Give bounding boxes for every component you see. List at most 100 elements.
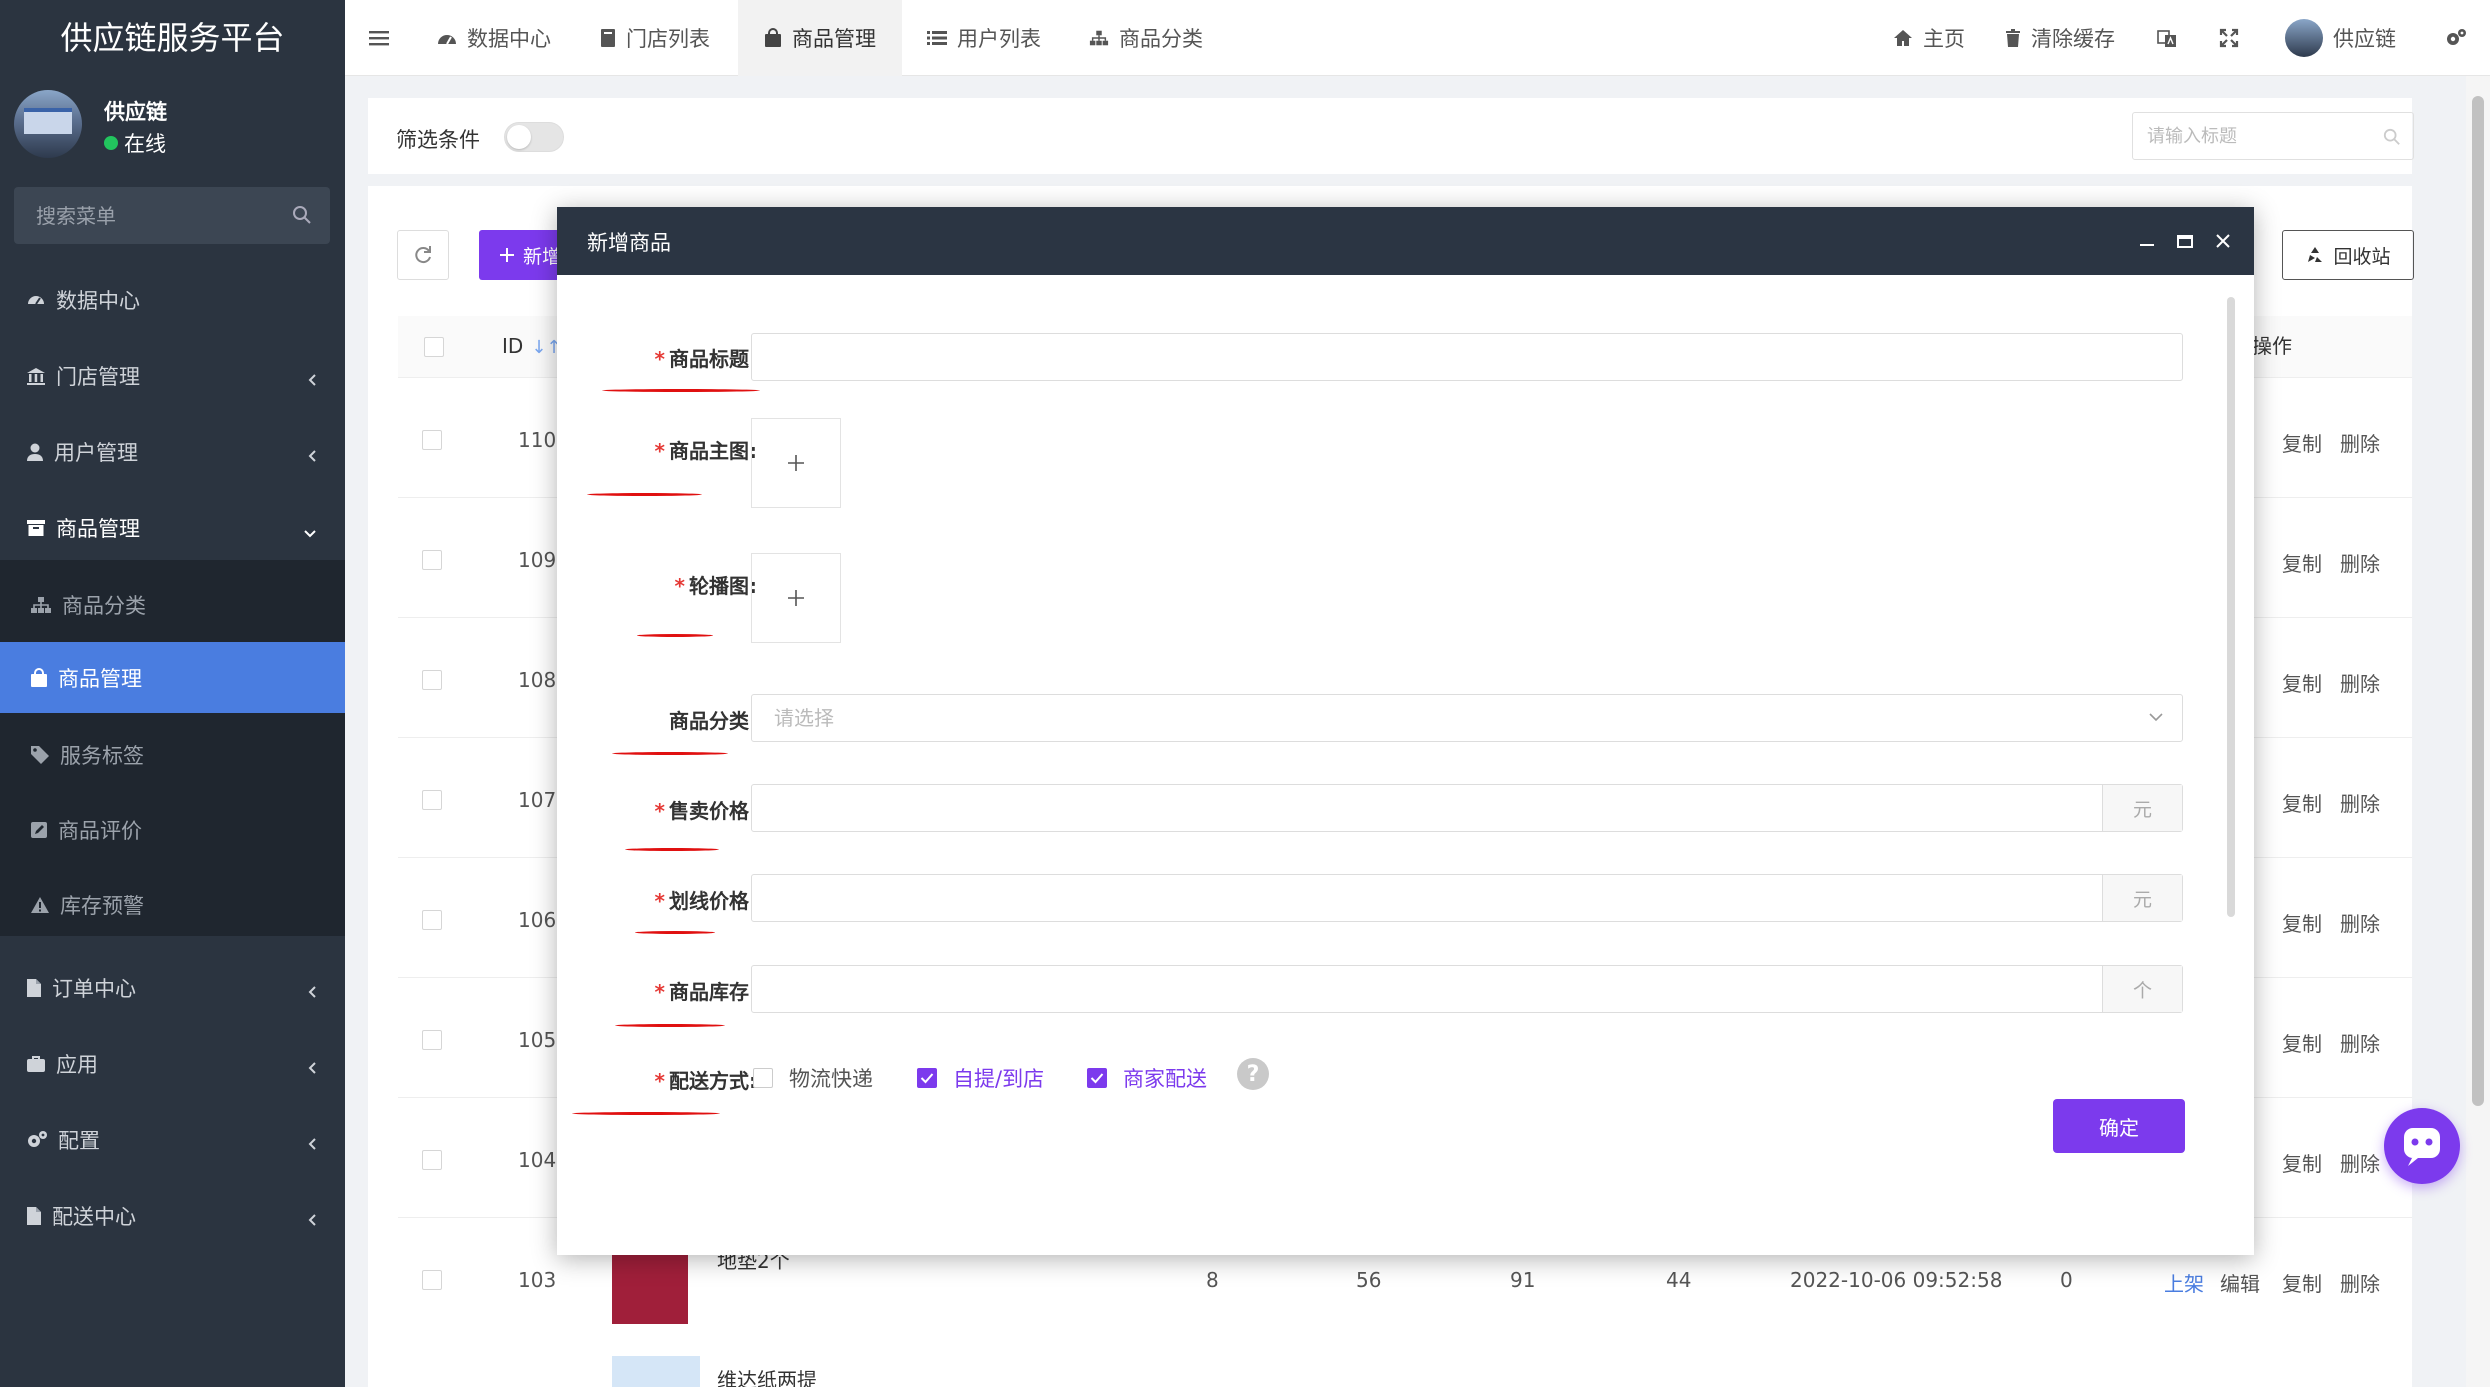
close-button[interactable] <box>2211 229 2235 253</box>
sidebar: 供应链服务平台 供应链 在线 数据中心 门店管理 用户管理 商品管理 商品分类 … <box>0 0 345 1387</box>
menu-item-delivery[interactable]: 配送中心 <box>0 1178 345 1254</box>
strike-price-input[interactable] <box>752 875 2182 921</box>
checkbox-checked[interactable] <box>917 1068 937 1088</box>
title-field <box>751 333 2183 381</box>
tab-data-center[interactable]: 数据中心 <box>437 0 551 76</box>
menu-item-config[interactable]: 配置 <box>0 1102 345 1178</box>
status-toggle-link[interactable]: 上架 <box>2164 1268 2204 1297</box>
menu-item-users[interactable]: 用户管理 <box>0 414 345 490</box>
copy-link[interactable]: 复制 <box>2282 548 2322 577</box>
delete-link[interactable]: 删除 <box>2340 668 2380 697</box>
submenu-item-reviews[interactable]: 商品评价 <box>0 792 345 867</box>
copy-link[interactable]: 复制 <box>2282 1028 2322 1057</box>
delete-link[interactable]: 删除 <box>2340 548 2380 577</box>
delete-link[interactable]: 删除 <box>2340 1028 2380 1057</box>
edit-link[interactable]: 编辑 <box>2220 1268 2260 1297</box>
submenu-item-category[interactable]: 商品分类 <box>0 567 345 642</box>
annotation-underline <box>612 752 728 755</box>
row-checkbox[interactable] <box>422 670 442 690</box>
bank-icon <box>26 366 46 386</box>
copy-link[interactable]: 复制 <box>2282 908 2322 937</box>
category-select[interactable] <box>751 694 2183 742</box>
help-icon[interactable]: ? <box>1237 1058 1269 1090</box>
unit-suffix: 个 <box>2102 966 2182 1012</box>
required-mark: * <box>674 574 685 598</box>
title-input[interactable] <box>752 334 2182 380</box>
menu-item-store[interactable]: 门店管理 <box>0 338 345 414</box>
row-checkbox[interactable] <box>422 550 442 570</box>
menu-item-apps[interactable]: 应用 <box>0 1026 345 1102</box>
sale-price-input[interactable] <box>752 785 2182 831</box>
tab-goods-manage[interactable]: 商品管理 <box>738 0 902 76</box>
menu-toggle-button[interactable] <box>369 0 389 76</box>
copy-link[interactable]: 复制 <box>2282 668 2322 697</box>
online-dot-icon <box>104 136 118 150</box>
delivery-option-express[interactable]: 物流快递 <box>753 1063 873 1093</box>
translate-icon <box>2157 28 2177 48</box>
row-checkbox[interactable] <box>422 790 442 810</box>
refresh-button[interactable] <box>397 230 449 280</box>
checkbox[interactable] <box>753 1068 773 1088</box>
copy-link[interactable]: 复制 <box>2282 1268 2322 1297</box>
modal-scrollbar[interactable] <box>2227 297 2235 917</box>
row-checkbox[interactable] <box>422 430 442 450</box>
delete-link[interactable]: 删除 <box>2340 788 2380 817</box>
category-select-input[interactable] <box>752 695 2182 741</box>
delivery-option-pickup[interactable]: 自提/到店 <box>917 1063 1044 1093</box>
user-name: 供应链 <box>104 100 167 124</box>
delete-link[interactable]: 删除 <box>2340 1268 2380 1297</box>
shopping-bag-icon <box>30 667 48 688</box>
field-label-stock: * 商品库存: <box>654 980 757 1004</box>
copy-link[interactable]: 复制 <box>2282 428 2322 457</box>
home-link[interactable]: 主页 <box>1893 0 1965 76</box>
submenu-item-stock-warning[interactable]: 库存预警 <box>0 867 345 942</box>
delete-link[interactable]: 删除 <box>2340 1148 2380 1177</box>
strike-price-field: 元 <box>751 874 2183 922</box>
menu-item-goods[interactable]: 商品管理 <box>0 490 345 566</box>
list-icon <box>927 30 947 46</box>
tab-user-list[interactable]: 用户列表 <box>927 0 1041 76</box>
delivery-option-merchant[interactable]: 商家配送 <box>1087 1063 1207 1093</box>
delete-link[interactable]: 删除 <box>2340 428 2380 457</box>
settings-button[interactable] <box>2445 0 2467 76</box>
submenu-item-service-tags[interactable]: 服务标签 <box>0 717 345 792</box>
menu-item-data-center[interactable]: 数据中心 <box>0 262 345 338</box>
page-scrollbar[interactable] <box>2466 76 2490 1387</box>
submenu-item-goods-manage[interactable]: 商品管理 <box>0 642 345 713</box>
cell-time: 2022-10-06 09:52:58 <box>1790 1268 2003 1292</box>
cell-id: 108 <box>518 668 557 692</box>
clear-cache-button[interactable]: 清除缓存 <box>2005 0 2115 76</box>
title-search-input[interactable] <box>2133 113 2413 159</box>
translate-button[interactable] <box>2157 0 2177 76</box>
tab-store-list[interactable]: 门店列表 <box>600 0 710 76</box>
delete-link[interactable]: 删除 <box>2340 908 2380 937</box>
search-icon[interactable] <box>2383 128 2401 146</box>
checkbox-checked[interactable] <box>1087 1068 1107 1088</box>
row-checkbox[interactable] <box>422 1150 442 1170</box>
scrollbar-thumb[interactable] <box>2472 96 2484 1106</box>
row-checkbox[interactable] <box>422 1270 442 1290</box>
carousel-upload[interactable] <box>751 553 841 643</box>
chat-button[interactable] <box>2384 1108 2460 1184</box>
stock-input[interactable] <box>752 966 2182 1012</box>
copy-link[interactable]: 复制 <box>2282 788 2322 817</box>
annotation-underline <box>587 493 702 496</box>
field-label-category: 商品分类: <box>669 709 757 733</box>
filter-toggle[interactable] <box>504 122 564 152</box>
fullscreen-button[interactable] <box>2219 0 2239 76</box>
row-checkbox[interactable] <box>422 1030 442 1050</box>
recycle-bin-button[interactable]: 回收站 <box>2282 230 2414 280</box>
menu-search-input[interactable] <box>14 187 330 244</box>
minimize-button[interactable] <box>2135 229 2159 253</box>
user-menu[interactable]: 供应链 <box>2285 0 2396 76</box>
main-image-upload[interactable] <box>751 418 841 508</box>
row-checkbox[interactable] <box>422 910 442 930</box>
copy-link[interactable]: 复制 <box>2282 1148 2322 1177</box>
maximize-button[interactable] <box>2173 229 2197 253</box>
field-label-strike-price: * 划线价格: <box>654 889 757 913</box>
menu-item-orders[interactable]: 订单中心 <box>0 950 345 1026</box>
tab-goods-category[interactable]: 商品分类 <box>1089 0 1203 76</box>
search-icon[interactable] <box>292 205 312 225</box>
select-all-checkbox[interactable] <box>424 337 444 357</box>
confirm-button[interactable]: 确定 <box>2053 1099 2185 1153</box>
